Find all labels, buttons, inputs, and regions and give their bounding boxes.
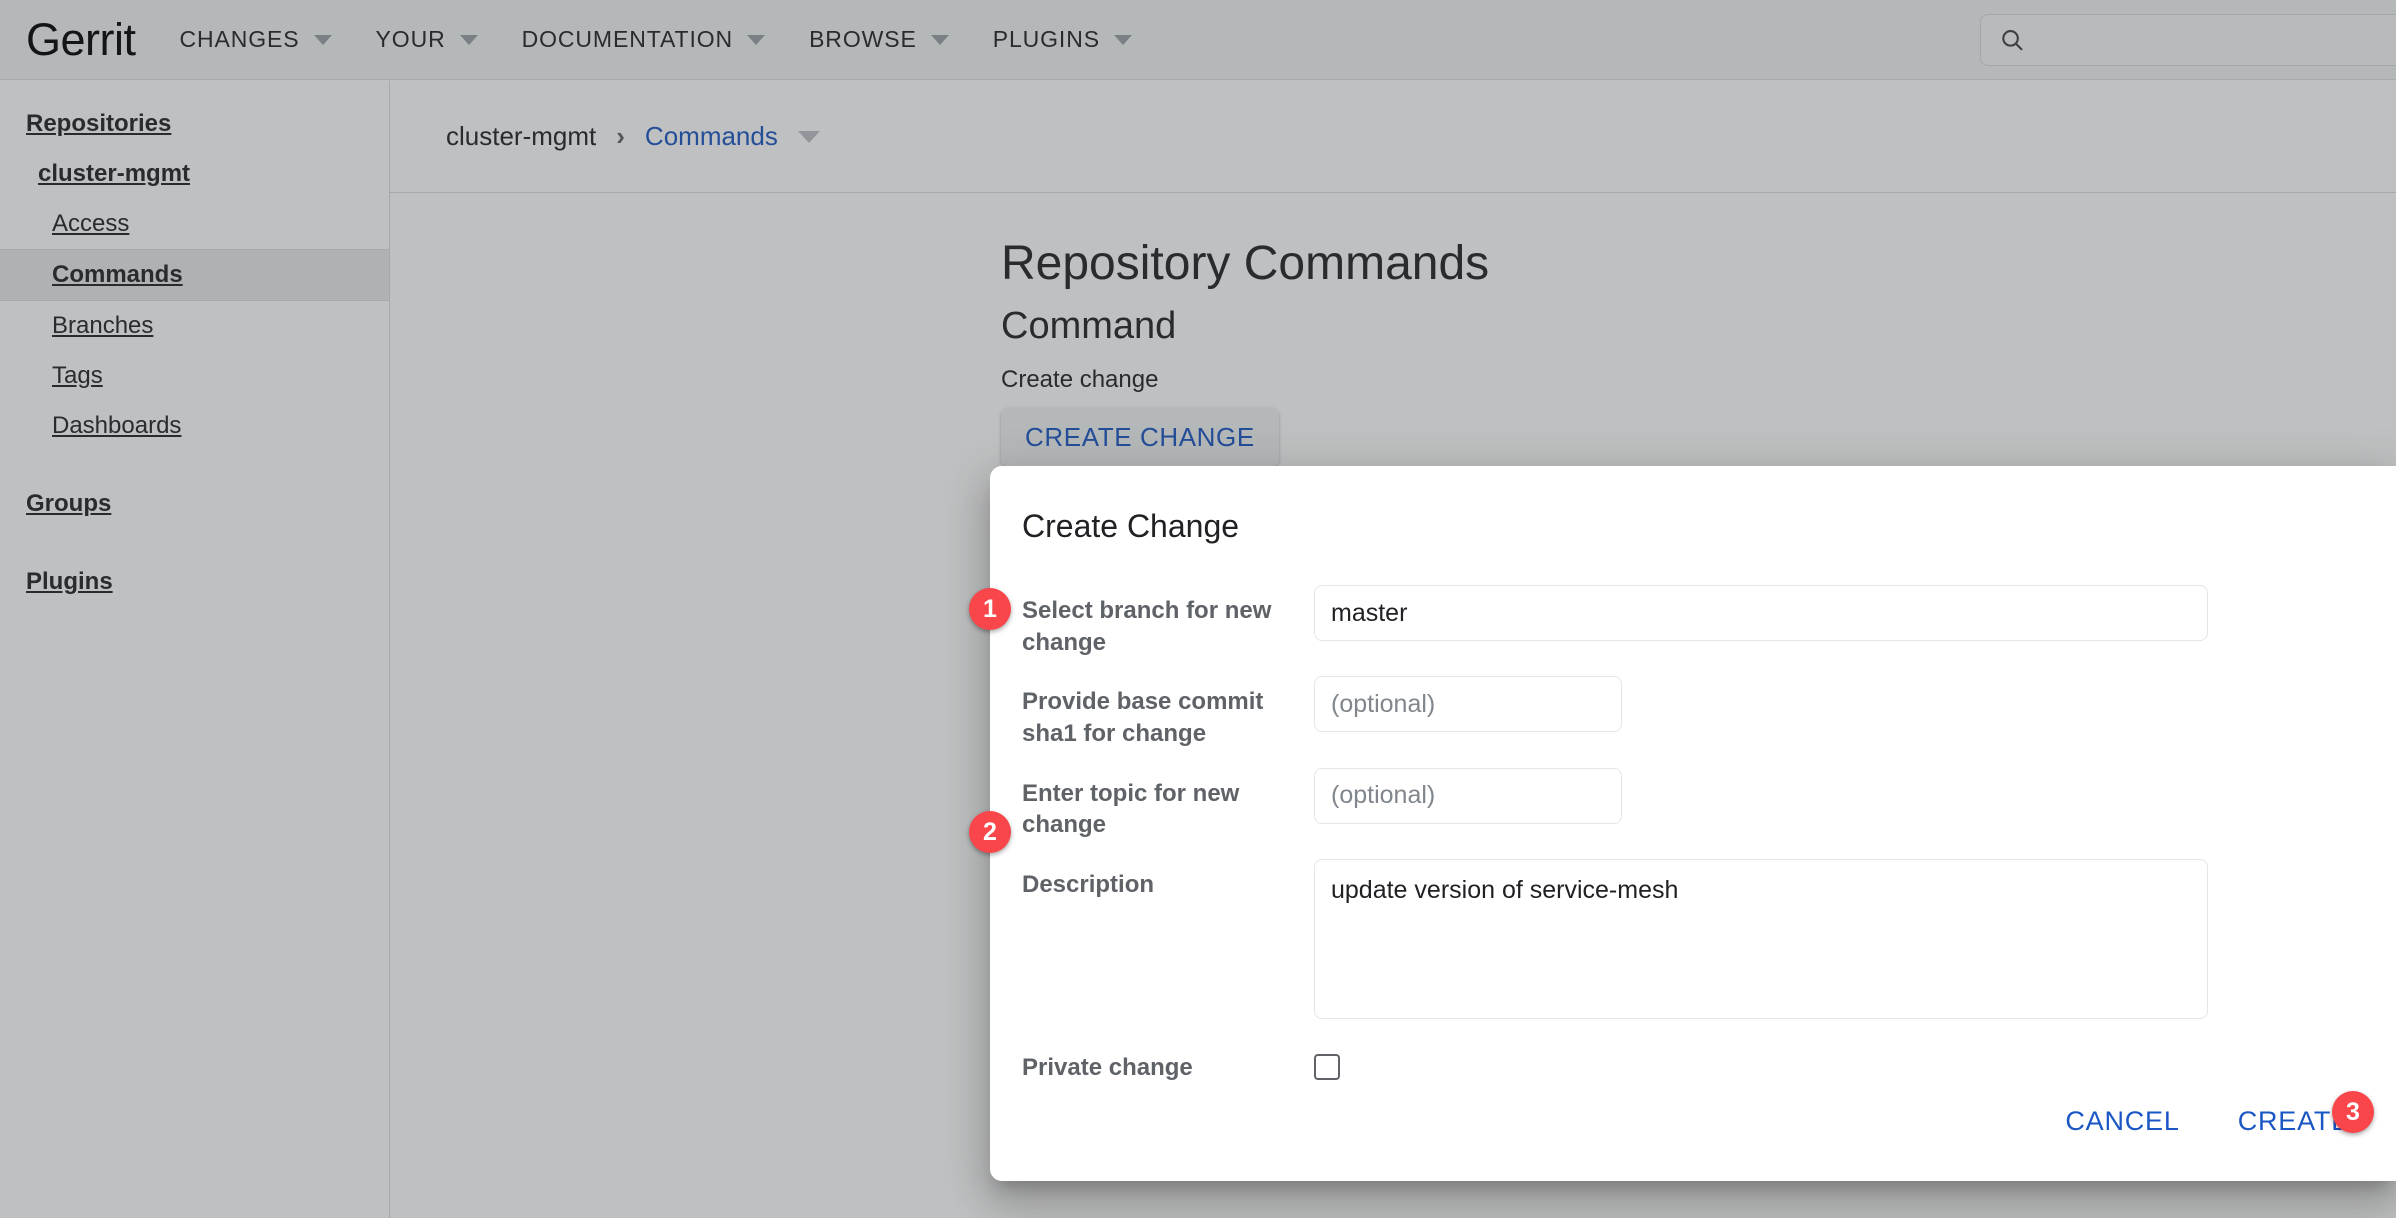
topic-field-label: Enter topic for new change	[1022, 779, 1240, 839]
form-row-private-change: Private change	[1022, 1042, 2396, 1085]
topic-input[interactable]	[1314, 767, 1622, 824]
cancel-button[interactable]: CANCEL	[2065, 1106, 2179, 1137]
dialog-actions: CANCEL CREATE	[2065, 1106, 2350, 1137]
base-commit-field-area	[1314, 676, 2396, 733]
private-change-label: Private change	[1022, 1054, 1193, 1082]
topic-field-area	[1314, 767, 2396, 824]
form-row-description: Description	[1022, 859, 2396, 1024]
description-field-area	[1314, 859, 2396, 1024]
dialog-title: Create Change	[1022, 508, 1240, 544]
form-row-branch: Select branch for new change	[1022, 585, 2396, 658]
description-field-label: Description	[1022, 871, 1155, 899]
branch-field-label: Select branch for new change	[1022, 597, 1272, 656]
annotation-badge-2: 2	[969, 811, 1011, 853]
annotation-badge-1: 1	[969, 588, 1011, 630]
private-change-field-area	[1314, 1042, 2396, 1085]
private-change-checkbox[interactable]	[1314, 1054, 1340, 1081]
form-row-topic: Enter topic for new change	[1022, 767, 2396, 841]
form-row-base-commit: Provide base commit sha1 for change	[1022, 676, 2396, 749]
branch-input[interactable]	[1314, 585, 2208, 641]
description-input[interactable]	[1314, 859, 2208, 1020]
branch-field-area	[1314, 585, 2396, 641]
create-change-dialog: Create Change Select branch for new chan…	[990, 466, 2396, 1181]
base-commit-field-label: Provide base commit sha1 for change	[1022, 688, 1264, 748]
base-commit-input[interactable]	[1314, 676, 1622, 733]
annotation-badge-3: 3	[2332, 1091, 2374, 1133]
